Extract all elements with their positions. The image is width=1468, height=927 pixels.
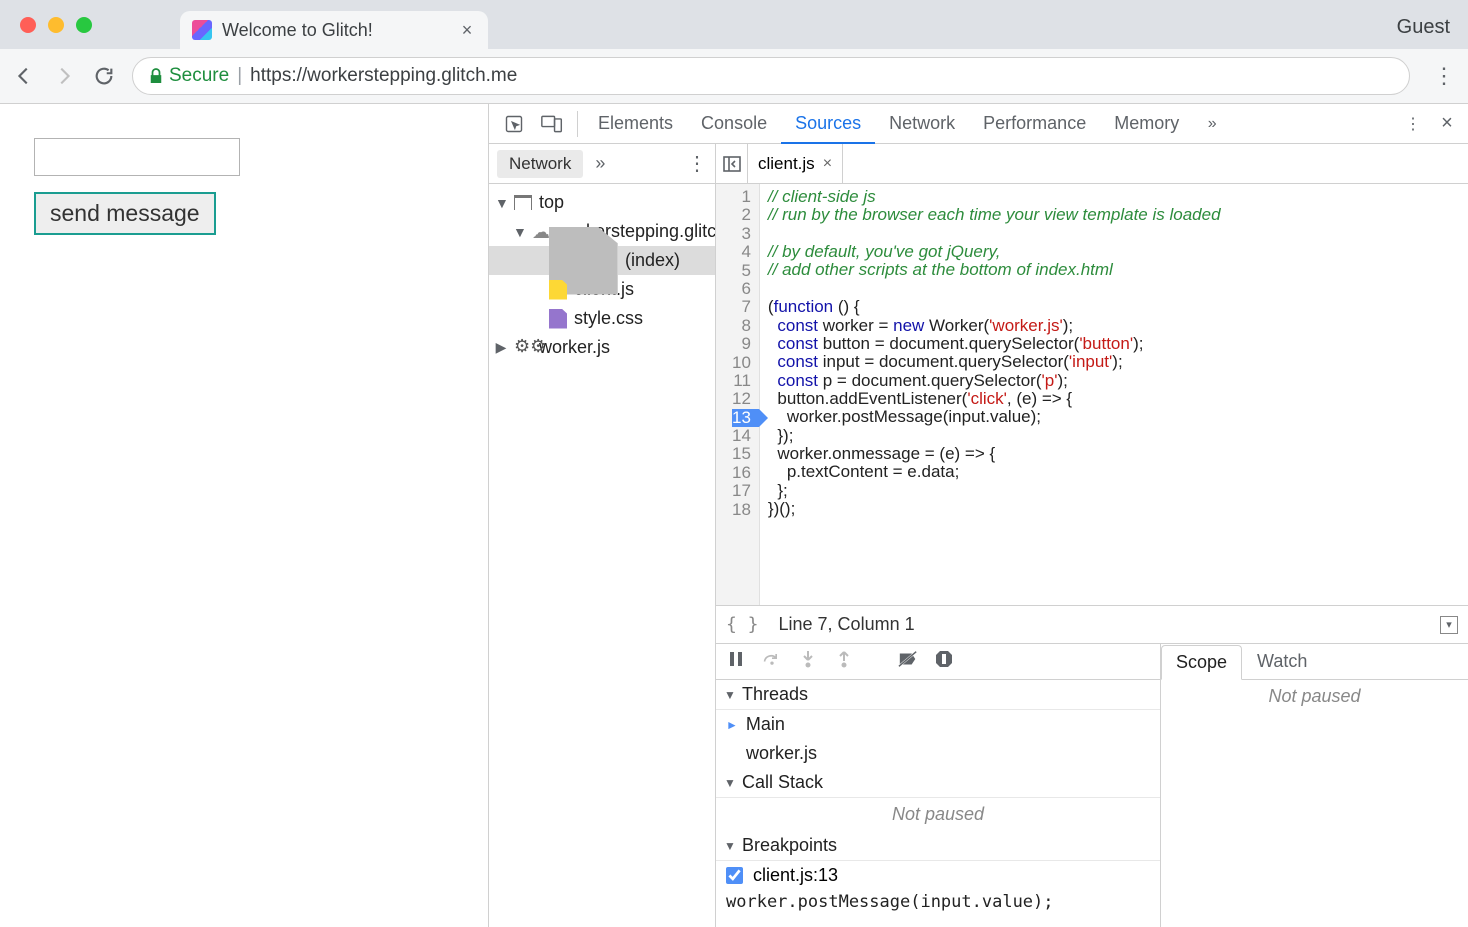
source-file-tabs: client.js × — [716, 144, 1468, 184]
devtools-menu-icon[interactable]: ⋮ — [1398, 109, 1428, 139]
deactivate-breakpoints-button[interactable] — [898, 649, 918, 674]
tree-file-index[interactable]: (index) — [489, 246, 715, 275]
maximize-window-icon[interactable] — [76, 17, 92, 33]
minimize-window-icon[interactable] — [48, 17, 64, 33]
more-tabs-icon[interactable]: » — [1197, 109, 1227, 139]
navigator-header: Network » ⋮ — [489, 144, 715, 184]
inspect-element-icon[interactable] — [499, 109, 529, 139]
editor-status-bar: { } Line 7, Column 1 ▾ — [716, 605, 1468, 643]
browser-toolbar: Secure | https://workerstepping.glitch.m… — [0, 49, 1468, 104]
scope-watch-tabs: Scope Watch — [1161, 644, 1468, 680]
scope-tab[interactable]: Scope — [1161, 645, 1242, 680]
sources-navigator: Network » ⋮ ▼ top ▼ ☁ workerstepping.gli… — [489, 144, 716, 927]
code-text: // client-side js// run by the browser e… — [760, 184, 1229, 605]
tab-memory[interactable]: Memory — [1100, 104, 1193, 144]
device-toggle-icon[interactable] — [537, 109, 567, 139]
format-code-icon[interactable]: { } — [726, 614, 759, 635]
file-tab-clientjs[interactable]: client.js × — [748, 144, 843, 184]
breakpoints-section: ▼Breakpoints client.js:13 worker.postMes… — [716, 831, 1160, 914]
navigator-mode-picker[interactable]: Network — [497, 150, 583, 178]
url-text: https://workerstepping.glitch.me — [250, 65, 517, 87]
tab-network[interactable]: Network — [875, 104, 969, 144]
show-console-icon[interactable]: ▾ — [1440, 616, 1458, 634]
debugger-right-panel: Scope Watch Not paused — [1161, 644, 1468, 927]
pause-button[interactable] — [726, 649, 746, 674]
profile-label[interactable]: Guest — [1397, 16, 1450, 39]
callstack-section: ▼Call Stack Not paused — [716, 768, 1160, 831]
tab-elements[interactable]: Elements — [584, 104, 687, 144]
callstack-header[interactable]: ▼Call Stack — [716, 768, 1160, 798]
tab-performance[interactable]: Performance — [969, 104, 1100, 144]
step-out-button[interactable] — [834, 649, 854, 674]
js-file-icon — [549, 280, 567, 300]
tree-top[interactable]: ▼ top — [489, 188, 715, 217]
threads-section: ▼Threads Main worker.js — [716, 680, 1160, 768]
close-file-tab-icon[interactable]: × — [823, 155, 832, 173]
tree-file-stylecss[interactable]: style.css — [489, 304, 715, 333]
code-editor[interactable]: 123456789101112131415161718 // client-si… — [716, 184, 1468, 605]
secure-badge: Secure — [149, 65, 229, 87]
reload-button[interactable] — [92, 64, 116, 88]
css-file-icon — [549, 309, 567, 329]
callstack-not-paused: Not paused — [716, 798, 1160, 831]
devtools-panel: Elements Console Sources Network Perform… — [489, 104, 1468, 927]
tab-console[interactable]: Console — [687, 104, 781, 144]
tree-worker[interactable]: ▶ ⚙⚙ worker.js — [489, 333, 715, 362]
favicon-icon — [192, 20, 212, 40]
frame-icon — [514, 195, 532, 210]
watch-tab[interactable]: Watch — [1242, 644, 1322, 679]
breakpoint-label: client.js:13 — [753, 865, 838, 886]
close-window-icon[interactable] — [20, 17, 36, 33]
thread-main[interactable]: Main — [716, 710, 1160, 739]
cloud-icon: ☁ — [532, 222, 550, 242]
rendered-page: send message — [0, 104, 489, 927]
tab-title: Welcome to Glitch! — [222, 20, 458, 41]
breakpoint-item[interactable]: client.js:13 — [716, 861, 1160, 890]
debugger-left-panel: ▼Threads Main worker.js ▼Call Stack Not … — [716, 644, 1161, 927]
debugger-panel: ▼Threads Main worker.js ▼Call Stack Not … — [716, 643, 1468, 927]
source-viewer: client.js × 123456789101112131415161718 … — [716, 144, 1468, 927]
navigator-more-icon[interactable]: » — [595, 153, 605, 174]
navigator-menu-icon[interactable]: ⋮ — [687, 151, 707, 176]
lock-icon — [149, 68, 163, 84]
devtools-tabstrip: Elements Console Sources Network Perform… — [489, 104, 1468, 144]
scope-not-paused: Not paused — [1161, 680, 1468, 713]
window-controls — [20, 17, 92, 33]
tab-sources[interactable]: Sources — [781, 104, 875, 144]
worker-icon: ⚙⚙ — [514, 336, 532, 356]
step-into-button[interactable] — [798, 649, 818, 674]
browser-tab[interactable]: Welcome to Glitch! × — [180, 11, 488, 49]
browser-tab-strip: Welcome to Glitch! × Guest — [0, 0, 1468, 49]
forward-button[interactable] — [52, 64, 76, 88]
thread-worker[interactable]: worker.js — [716, 739, 1160, 768]
close-tab-icon[interactable]: × — [458, 20, 476, 41]
message-input[interactable] — [34, 138, 240, 176]
url-separator: | — [237, 65, 242, 87]
threads-header[interactable]: ▼Threads — [716, 680, 1160, 710]
step-over-button[interactable] — [762, 649, 782, 674]
breakpoint-code: worker.postMessage(input.value); — [716, 890, 1160, 914]
debugger-controls — [716, 644, 1160, 680]
address-bar[interactable]: Secure | https://workerstepping.glitch.m… — [132, 57, 1410, 95]
secure-label: Secure — [169, 65, 229, 87]
close-devtools-icon[interactable]: × — [1432, 112, 1462, 135]
breakpoints-header[interactable]: ▼Breakpoints — [716, 831, 1160, 861]
browser-menu-icon[interactable]: ⋮ — [1432, 63, 1456, 89]
breakpoint-checkbox[interactable] — [726, 867, 743, 884]
line-gutter[interactable]: 123456789101112131415161718 — [716, 184, 760, 605]
file-tree: ▼ top ▼ ☁ workerstepping.glitch (index) — [489, 184, 715, 927]
toggle-navigator-icon[interactable] — [716, 144, 748, 184]
content-area: send message Elements Console Sources Ne… — [0, 104, 1468, 927]
back-button[interactable] — [12, 64, 36, 88]
pause-on-exceptions-button[interactable] — [934, 649, 954, 674]
cursor-position: Line 7, Column 1 — [779, 614, 915, 635]
send-message-button[interactable]: send message — [34, 192, 216, 235]
